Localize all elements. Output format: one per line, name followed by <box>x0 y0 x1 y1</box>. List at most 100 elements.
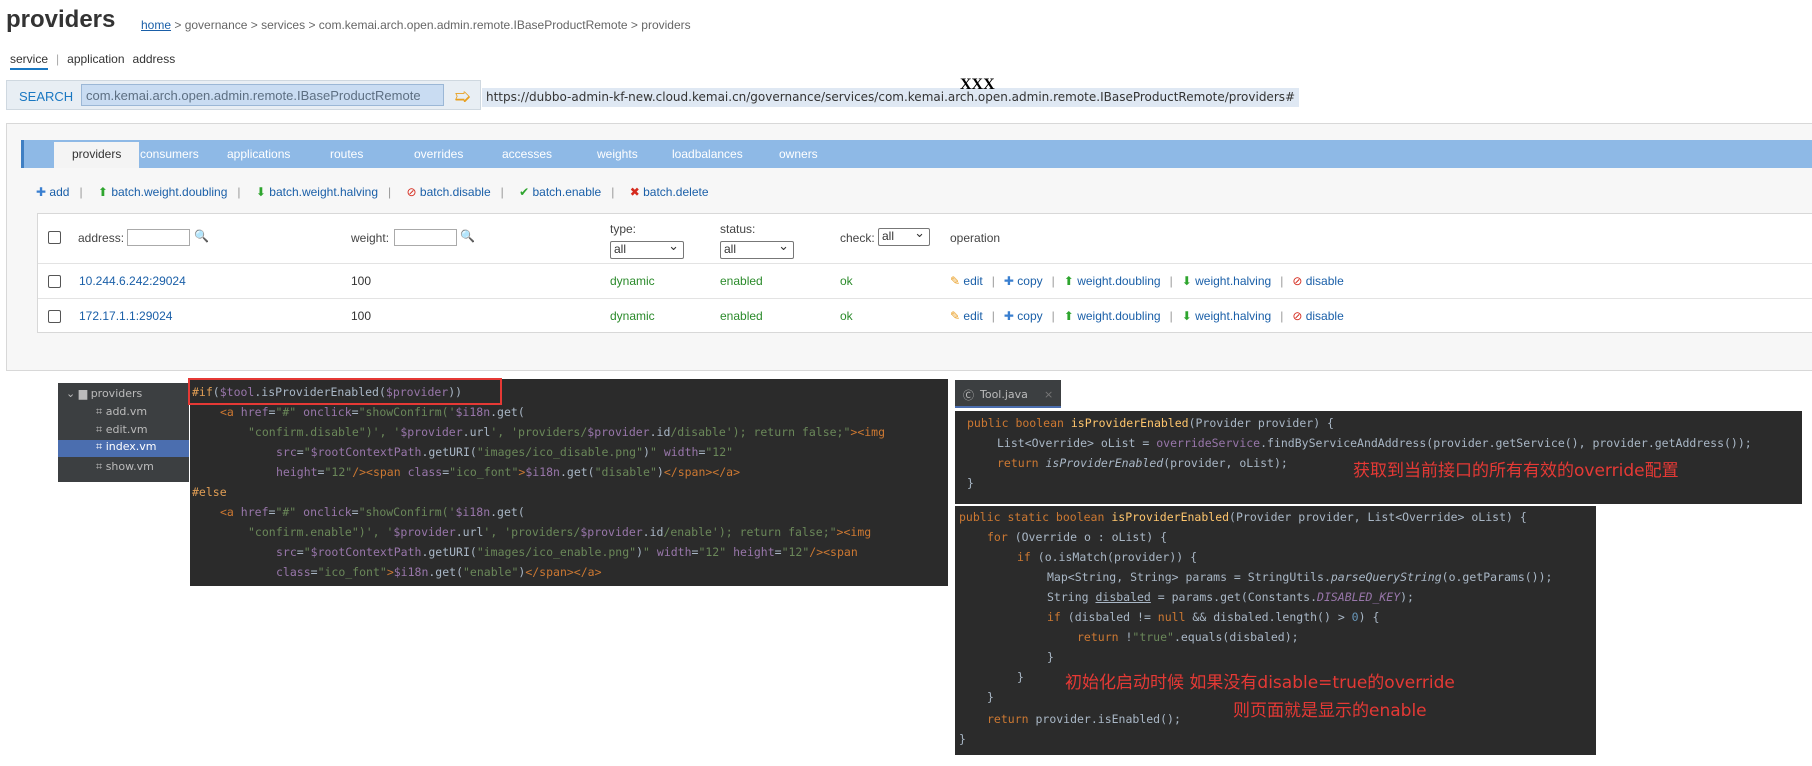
type-select[interactable]: all <box>610 238 684 259</box>
type-cell: dynamic <box>610 309 655 323</box>
weight-halving-link[interactable]: weight.halving <box>1195 309 1271 323</box>
address-filter-input[interactable] <box>127 229 190 246</box>
address-link[interactable]: 10.244.6.242:29024 <box>79 274 186 288</box>
edit-link[interactable]: edit <box>963 309 982 323</box>
arrow-down-icon: ⬇ <box>1181 274 1192 288</box>
code-line: <a href="#" onclick="showConfirm('$i18n.… <box>220 505 525 519</box>
batch-disable-button[interactable]: ⊘ batch.disable <box>407 185 491 199</box>
file-row[interactable]: ⌗ edit.vm <box>96 423 148 437</box>
subnav-service[interactable]: service <box>10 52 49 70</box>
java-code-screenshot: public static boolean isProviderEnabled(… <box>955 506 1596 755</box>
subnav-divider: | <box>56 52 60 66</box>
weight-cell: 100 <box>351 274 372 288</box>
copy-link[interactable]: copy <box>1017 309 1042 323</box>
code-line: height="12"/><span class="ico_font">$i18… <box>276 465 741 479</box>
tab-providers[interactable]: providers <box>54 142 140 168</box>
search-bar: SEARCH ➯ <box>6 80 481 110</box>
folder-label: providers <box>90 387 143 400</box>
weight-halving-link[interactable]: weight.halving <box>1195 274 1271 288</box>
divider: | <box>1051 309 1055 323</box>
status-select[interactable]: all <box>720 238 794 259</box>
code-line: "confirm.disable")', '$provider.url', 'p… <box>248 425 886 439</box>
search-icon[interactable]: 🔍 <box>194 229 209 243</box>
code-line: <a href="#" onclick="showConfirm('$i18n.… <box>220 405 525 419</box>
search-input[interactable] <box>81 84 444 106</box>
close-icon[interactable]: × <box>1044 388 1053 401</box>
annotation-text: 获取到当前接口的所有有效的override配置 <box>1353 461 1679 481</box>
edit-link[interactable]: edit <box>963 274 982 288</box>
file-icon: ⌗ <box>96 423 103 436</box>
subnav-application[interactable]: application <box>67 52 124 66</box>
header-address: address: <box>78 231 125 245</box>
status-cell: enabled <box>720 274 763 288</box>
batch-enable-button[interactable]: ✔ batch.enable <box>519 185 601 199</box>
editor-tab[interactable]: Ⓒ Tool.java × <box>955 380 1061 408</box>
code-line: } <box>987 690 994 704</box>
search-icon[interactable]: 🔍 <box>460 229 475 243</box>
breadcrumb-home-link[interactable]: home <box>141 18 171 32</box>
divider: | <box>237 185 241 199</box>
add-button[interactable]: ✚ add <box>36 185 69 199</box>
disable-link[interactable]: disable <box>1306 309 1344 323</box>
tab-loadbalances[interactable]: loadbalances <box>672 147 743 161</box>
code-line: String disbaled = params.get(Constants.D… <box>1047 590 1414 604</box>
code-line: class="ico_font">$i18n.get("enable")</sp… <box>276 565 602 579</box>
arrow-right-icon[interactable]: ➯ <box>454 84 471 109</box>
row-operations: ✎ edit | ✚ copy | ⬆ weight.doubling | ⬇ weight… <box>950 309 1344 323</box>
tab-routes[interactable]: routes <box>330 147 363 161</box>
weight-doubling-link[interactable]: weight.doubling <box>1077 274 1160 288</box>
search-label: SEARCH <box>19 89 74 104</box>
divider: | <box>1169 274 1173 288</box>
breadcrumb: home > governance > services > com.kemai… <box>141 18 691 32</box>
editor-tab-label: Tool.java <box>980 388 1028 401</box>
address-link[interactable]: 172.17.1.1:29024 <box>79 309 172 323</box>
tab-applications[interactable]: applications <box>227 147 290 161</box>
code-line: Map<String, String> params = StringUtils… <box>1047 570 1553 584</box>
check-select[interactable]: all <box>878 225 930 246</box>
arrow-down-icon: ⬇ <box>1181 309 1192 323</box>
code-line: return provider.isEnabled(); <box>987 712 1181 726</box>
check-icon: ✔ <box>519 185 530 199</box>
copy-link[interactable]: copy <box>1017 274 1042 288</box>
tab-accesses[interactable]: accesses <box>502 147 552 161</box>
code-line: if (o.isMatch(provider)) { <box>1017 550 1198 564</box>
code-line: if (disbaled != null && disbaled.length(… <box>1047 610 1380 624</box>
plus-icon: ✚ <box>1003 274 1014 288</box>
subnav-address[interactable]: address <box>133 52 176 66</box>
divider: | <box>1169 309 1173 323</box>
row-operations: ✎ edit | ✚ copy | ⬆ weight.doubling | ⬇ weight… <box>950 274 1344 288</box>
batch-weight-halving-button[interactable]: ⬇ batch.weight.halving <box>256 185 378 199</box>
code-line: src="$rootContextPath.getURI("images/ico… <box>276 445 734 459</box>
tab-overrides[interactable]: overrides <box>414 147 463 161</box>
type-cell: dynamic <box>610 274 655 288</box>
batch-weight-doubling-button[interactable]: ⬆ batch.weight.doubling <box>98 185 228 199</box>
batch-delete-button[interactable]: ✖ batch.delete <box>630 185 709 199</box>
tab-owners[interactable]: owners <box>779 147 818 161</box>
annotation-text: 初始化启动时候 如果没有disable=true的override <box>1065 673 1455 693</box>
status-cell: enabled <box>720 309 763 323</box>
batch-delete-label: batch.delete <box>643 185 709 199</box>
arrow-up-icon: ⬆ <box>1063 309 1074 323</box>
file-row[interactable]: ⌗ add.vm <box>96 405 147 419</box>
header-check: check: <box>840 231 875 245</box>
tab-consumers[interactable]: consumers <box>140 147 199 161</box>
file-row-selected[interactable]: ⌗ index.vm <box>58 440 189 457</box>
folder-row[interactable]: ⌄ ▆ providers <box>66 387 142 400</box>
weight-filter-input[interactable] <box>394 229 457 246</box>
tab-weights[interactable]: weights <box>597 147 638 161</box>
row-checkbox[interactable] <box>48 310 61 323</box>
action-bar: ✚ add | ⬆ batch.weight.doubling | ⬇ batch.… <box>36 185 719 199</box>
file-icon: ⌗ <box>96 405 103 418</box>
header-type: type: <box>610 222 637 236</box>
weight-doubling-link[interactable]: weight.doubling <box>1077 309 1160 323</box>
disable-link[interactable]: disable <box>1306 274 1344 288</box>
plus-icon: ✚ <box>1003 309 1014 323</box>
header-weight: weight: <box>351 231 390 245</box>
pencil-icon: ✎ <box>950 274 961 288</box>
code-line: src="$rootContextPath.getURI("images/ico… <box>276 545 858 559</box>
divider: | <box>500 185 504 199</box>
file-icon: ⌗ <box>96 460 103 473</box>
select-all-checkbox[interactable] <box>48 231 61 244</box>
file-row[interactable]: ⌗ show.vm <box>96 460 154 474</box>
row-checkbox[interactable] <box>48 275 61 288</box>
